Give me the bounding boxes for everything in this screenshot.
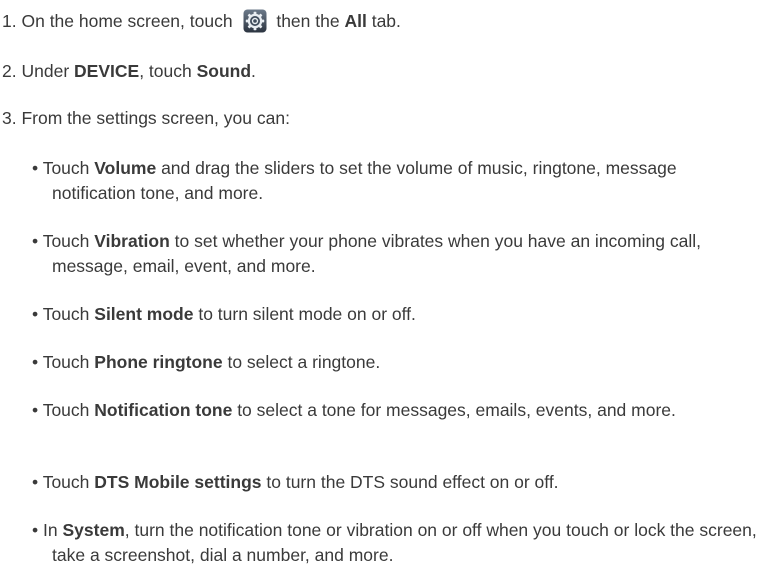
step-2-number: 2.	[2, 61, 17, 81]
step-3-text: From the settings screen, you can:	[21, 108, 290, 128]
bullet-lead: In	[43, 520, 58, 540]
bullet-lead: Touch	[42, 304, 90, 324]
device-label: DEVICE	[74, 61, 140, 81]
dts-mobile-settings-label: DTS Mobile settings	[94, 472, 262, 492]
step-1-text-after: then the	[276, 11, 340, 31]
step-1-tail: tab.	[371, 11, 401, 31]
bullet-mark: •	[32, 472, 39, 492]
step-2-tail: .	[251, 61, 256, 81]
step-1-number: 1.	[2, 11, 17, 31]
volume-label: Volume	[94, 158, 157, 178]
notification-tone-label: Notification tone	[94, 400, 233, 420]
step-2: 2. Under DEVICE, touch Sound.	[2, 59, 256, 84]
phone-ringtone-label: Phone ringtone	[94, 352, 223, 372]
bullet-lead: Touch	[42, 472, 90, 492]
list-item-phone-ringtone: • Touch Phone ringtone to select a ringt…	[32, 350, 759, 375]
list-item-silent-mode: • Touch Silent mode to turn silent mode …	[32, 302, 759, 327]
bullet-text: to select a tone for messages, emails, e…	[237, 400, 676, 420]
list-item-dts-mobile: • Touch DTS Mobile settings to turn the …	[32, 470, 759, 495]
step-2-text: Under	[21, 61, 70, 81]
bullet-mark: •	[32, 304, 39, 324]
step-1: 1. On the home screen, touch then the Al…	[2, 9, 401, 34]
bullet-text: to select a ringtone.	[227, 352, 381, 372]
bullet-lead: Touch	[42, 400, 90, 420]
list-item-system: • In System, turn the notification tone …	[32, 518, 759, 568]
step-3-number: 3.	[2, 108, 17, 128]
step-3: 3. From the settings screen, you can:	[2, 106, 290, 131]
bullet-lead: Touch	[42, 158, 90, 178]
vibration-label: Vibration	[94, 231, 170, 251]
bullet-mark: •	[32, 352, 39, 372]
list-item-notification-tone: • Touch Notification tone to select a to…	[32, 398, 759, 423]
sound-label: Sound	[196, 61, 252, 81]
system-label: System	[62, 520, 125, 540]
step-1-text: On the home screen, touch	[21, 11, 233, 31]
bullet-mark: •	[32, 158, 39, 178]
bullet-mark: •	[32, 400, 39, 420]
step-2-text-mid: , touch	[139, 61, 192, 81]
bullet-text: , turn the notification tone or vibratio…	[52, 520, 757, 565]
bullet-text: to turn silent mode on or off.	[198, 304, 416, 324]
bullet-lead: Touch	[42, 352, 90, 372]
bullet-mark: •	[32, 520, 39, 540]
list-item-vibration: • Touch Vibration to set whether your ph…	[32, 229, 759, 279]
bullet-lead: Touch	[42, 231, 90, 251]
list-item-volume: • Touch Volume and drag the sliders to s…	[32, 156, 759, 206]
all-tab-label: All	[344, 11, 367, 31]
bullet-text: to turn the DTS sound effect on or off.	[266, 472, 559, 492]
silent-mode-label: Silent mode	[94, 304, 194, 324]
bullet-mark: •	[32, 231, 39, 251]
settings-gear-icon	[243, 9, 267, 33]
